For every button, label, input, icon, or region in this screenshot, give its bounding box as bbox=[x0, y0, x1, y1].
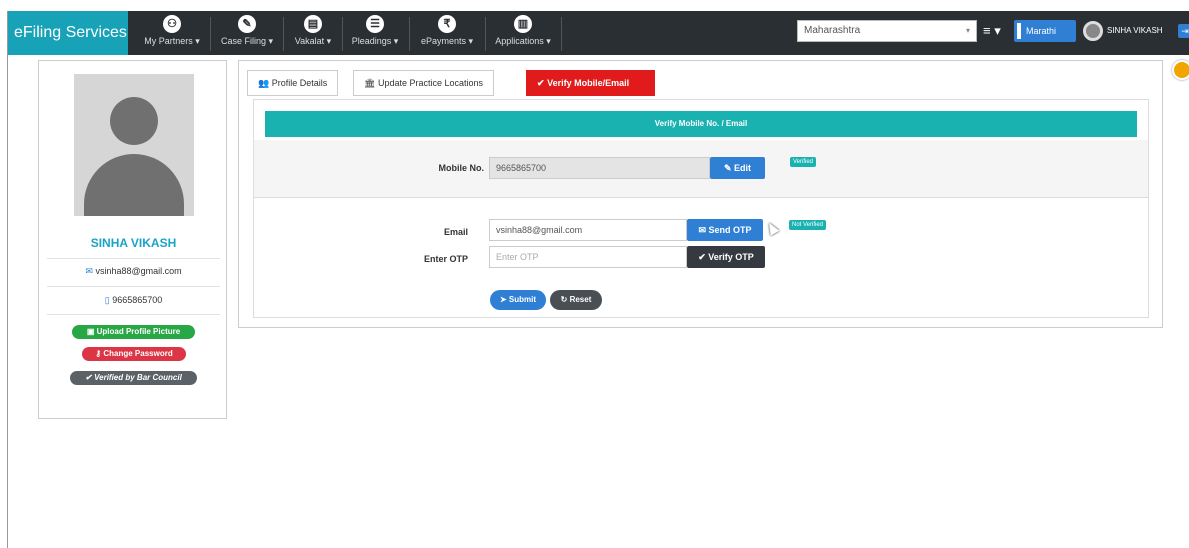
email-label: Email bbox=[443, 227, 468, 237]
badge-label: Verified by Bar Council bbox=[94, 373, 182, 382]
profile-card: SINHA VIKASH ✉ vsinha88@gmail.com ▯ 9665… bbox=[38, 60, 227, 419]
upload-profile-picture-button[interactable]: ▣ Upload Profile Picture bbox=[72, 325, 195, 339]
rupee-icon: ₹ bbox=[438, 15, 456, 33]
language-button[interactable]: Marathi bbox=[1014, 20, 1076, 42]
vakalat-icon: ▤ bbox=[304, 15, 322, 33]
nav-divider bbox=[283, 17, 284, 51]
main-panel: 👥 Profile Details 🏛 Update Practice Loca… bbox=[238, 60, 1163, 328]
button-label: Reset bbox=[569, 295, 592, 304]
nav-my-partners[interactable]: ⚇ My Partners ▾ bbox=[138, 15, 206, 53]
state-select-value: Maharashtra bbox=[804, 25, 861, 36]
button-label: Edit bbox=[734, 163, 752, 173]
otp-label: Enter OTP bbox=[423, 254, 468, 264]
verify-otp-button[interactable]: ✔ Verify OTP bbox=[687, 246, 765, 268]
nav-divider bbox=[342, 17, 343, 51]
top-strip bbox=[0, 0, 1189, 11]
nav-label: Vakalat bbox=[294, 36, 325, 46]
profile-picture bbox=[74, 74, 194, 216]
tab-label: Update Practice Locations bbox=[377, 78, 484, 88]
verified-bar-council-badge: ✔ Verified by Bar Council bbox=[70, 371, 197, 385]
mobile-label: Mobile No. bbox=[438, 163, 485, 173]
nav-pleadings[interactable]: ☰ Pleadings ▾ bbox=[345, 15, 405, 53]
button-label: Verify OTP bbox=[708, 252, 754, 262]
pencil-icon: ✎ bbox=[723, 163, 732, 173]
email-input[interactable]: vsinha88@gmail.com bbox=[489, 219, 687, 241]
dropdown-arrow-icon: ▾ bbox=[965, 26, 970, 35]
send-otp-button[interactable]: ✉ Send OTP bbox=[687, 219, 763, 241]
profile-phone: ▯ 9665865700 bbox=[39, 295, 228, 306]
case-filing-icon: ✎ bbox=[238, 15, 256, 33]
edit-button[interactable]: ✎ Edit bbox=[710, 157, 765, 179]
left-border bbox=[7, 11, 8, 548]
nav-label: Pleadings bbox=[351, 36, 392, 46]
tab-verify-mobile-email[interactable]: ✔ Verify Mobile/Email bbox=[526, 70, 655, 96]
divider bbox=[47, 314, 220, 315]
nav-divider bbox=[485, 17, 486, 51]
partners-icon: ⚇ bbox=[163, 15, 181, 33]
nav-divider bbox=[210, 17, 211, 51]
change-password-button[interactable]: ⚷ Change Password bbox=[82, 347, 186, 361]
nav-epayments[interactable]: ₹ ePayments ▾ bbox=[412, 15, 482, 53]
button-label: Upload Profile Picture bbox=[96, 327, 181, 336]
logout-icon[interactable]: ⇥ bbox=[1178, 24, 1189, 38]
top-navbar: eFiling Services ⚇ My Partners ▾ ✎ Case … bbox=[8, 11, 1189, 55]
send-icon: ➤ bbox=[499, 295, 507, 304]
nav-label: ePayments bbox=[420, 36, 466, 46]
nav-applications[interactable]: ▥ Applications ▾ bbox=[488, 15, 558, 53]
brand-logo[interactable]: eFiling Services bbox=[8, 11, 128, 55]
profile-phone-text: 9665865700 bbox=[112, 295, 163, 305]
nav-vakalat[interactable]: ▤ Vakalat ▾ bbox=[287, 15, 339, 53]
refresh-icon: ↻ bbox=[560, 295, 568, 304]
tab-update-practice-locations[interactable]: 🏛 Update Practice Locations bbox=[353, 70, 495, 96]
avatar-head bbox=[110, 97, 158, 145]
mobile-icon: ▯ bbox=[104, 295, 110, 305]
user-name[interactable]: SINHA VIKASH bbox=[1107, 21, 1163, 41]
nav-label: Applications bbox=[495, 36, 544, 46]
otp-input[interactable]: Enter OTP bbox=[489, 246, 687, 268]
user-avatar[interactable] bbox=[1083, 21, 1103, 41]
nav-divider bbox=[409, 17, 410, 51]
verify-form: Verify Mobile No. / Email Mobile No. 966… bbox=[253, 99, 1149, 318]
applications-icon: ▥ bbox=[514, 15, 532, 33]
floating-help-button[interactable] bbox=[1172, 60, 1189, 80]
nav-divider bbox=[561, 17, 562, 51]
state-select[interactable]: Maharashtra ▾ bbox=[797, 20, 977, 42]
institution-icon: 🏛 bbox=[364, 78, 376, 88]
envelope-icon: ✉ bbox=[698, 225, 706, 235]
profile-name: SINHA VIKASH bbox=[90, 236, 177, 250]
hamburger-menu-icon[interactable]: ≡ ▾ bbox=[983, 21, 1001, 41]
avatar-body bbox=[84, 154, 184, 216]
button-label: Change Password bbox=[103, 349, 173, 358]
nav-case-filing[interactable]: ✎ Case Filing ▾ bbox=[214, 15, 280, 53]
tab-label: Verify Mobile/Email bbox=[547, 78, 630, 88]
check-icon: ✔ bbox=[698, 252, 706, 262]
form-heading: Verify Mobile No. / Email bbox=[265, 111, 1137, 137]
nav-label: Case Filing bbox=[220, 36, 266, 46]
button-label: Submit bbox=[508, 295, 537, 304]
envelope-icon: ✉ bbox=[85, 266, 93, 276]
mobile-row: Mobile No. 9665865700 ✎ Edit Verified bbox=[254, 140, 1148, 198]
profile-email-text: vsinha88@gmail.com bbox=[95, 266, 182, 276]
users-icon: 👥 bbox=[258, 78, 270, 88]
pleadings-icon: ☰ bbox=[366, 15, 384, 33]
submit-button[interactable]: ➤ Submit bbox=[490, 290, 546, 310]
mobile-input[interactable]: 9665865700 bbox=[489, 157, 710, 179]
email-not-verified-badge: Not Verified bbox=[789, 220, 827, 230]
reset-button[interactable]: ↻ Reset bbox=[550, 290, 602, 310]
nav-label: My Partners bbox=[144, 36, 193, 46]
button-label: Send OTP bbox=[708, 225, 752, 235]
tab-label: Profile Details bbox=[271, 78, 328, 88]
key-icon: ⚷ bbox=[95, 349, 102, 358]
tab-profile-details[interactable]: 👥 Profile Details bbox=[247, 70, 339, 96]
profile-email: ✉ vsinha88@gmail.com bbox=[39, 266, 228, 277]
app-window: eFiling Services ⚇ My Partners ▾ ✎ Case … bbox=[0, 0, 1189, 548]
image-icon: ▣ bbox=[86, 327, 95, 336]
mobile-verified-badge: Verified bbox=[790, 157, 817, 167]
divider bbox=[47, 258, 220, 259]
divider bbox=[47, 286, 220, 287]
check-shield-icon: ✔ bbox=[537, 78, 545, 88]
check-icon: ✔ bbox=[85, 373, 92, 382]
